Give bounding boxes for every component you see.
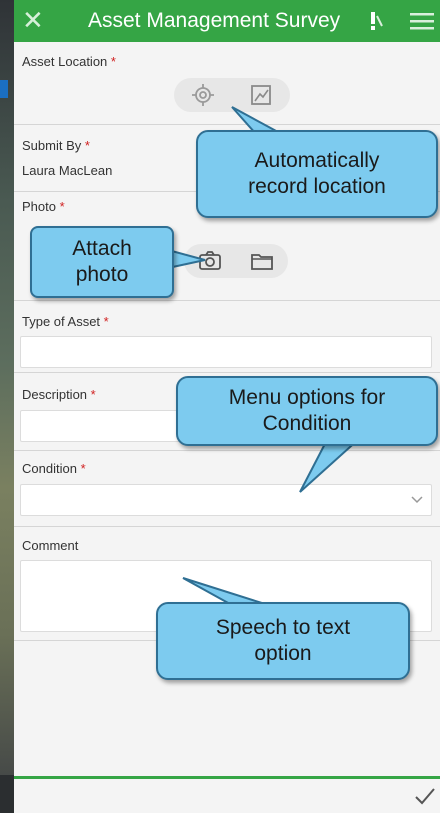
menu-icon[interactable] — [410, 12, 434, 30]
callout-location-line2: record location — [248, 175, 386, 198]
asset-location-label: Asset Location * — [22, 54, 116, 69]
background-map-marker — [0, 80, 8, 98]
callout-speech: Speech to text option — [156, 602, 410, 680]
field-type-of-asset: Type of Asset * — [14, 301, 440, 373]
checkmark-icon[interactable] — [414, 787, 436, 805]
callout-photo-line2: photo — [75, 263, 129, 286]
type-of-asset-input[interactable] — [20, 336, 432, 368]
callout-speech-line1: Speech to text — [215, 616, 351, 639]
app-title: Asset Management Survey — [88, 9, 341, 32]
condition-select[interactable] — [20, 484, 432, 516]
callout-condition-line1: Menu options for — [228, 386, 386, 409]
callout-condition: Menu options for Condition — [176, 376, 438, 446]
field-asset-location: Asset Location * — [14, 42, 440, 125]
condition-label: Condition * — [22, 461, 86, 476]
type-of-asset-label: Type of Asset * — [22, 314, 109, 329]
close-icon[interactable]: ✕ — [22, 6, 44, 34]
callout-location: Automatically record location — [196, 130, 438, 218]
form-footer — [14, 779, 440, 813]
photo-button-group — [184, 244, 288, 278]
background-map — [0, 0, 14, 813]
gps-location-icon[interactable] — [190, 82, 216, 108]
submit-by-label: Submit By * — [22, 138, 90, 153]
alert-icon[interactable] — [364, 10, 384, 32]
folder-icon[interactable] — [249, 248, 275, 274]
callout-location-line1: Automatically — [254, 149, 380, 172]
callout-condition-line2: Condition — [262, 412, 352, 435]
callout-photo-line1: Attach — [72, 237, 132, 260]
description-label: Description * — [22, 387, 96, 402]
callout-photo: Attach photo — [30, 226, 174, 298]
submit-by-value[interactable]: Laura MacLean — [22, 163, 112, 178]
app-header: ✕ Asset Management Survey — [14, 0, 440, 42]
map-location-icon[interactable] — [248, 82, 274, 108]
comment-label: Comment — [22, 538, 79, 553]
callout-speech-line2: option — [254, 642, 312, 665]
field-condition: Condition * — [14, 451, 440, 527]
location-button-group — [174, 78, 290, 112]
photo-label: Photo * — [22, 199, 65, 214]
background-strip — [0, 775, 14, 813]
chevron-down-icon — [411, 496, 423, 504]
camera-icon[interactable] — [197, 248, 223, 274]
